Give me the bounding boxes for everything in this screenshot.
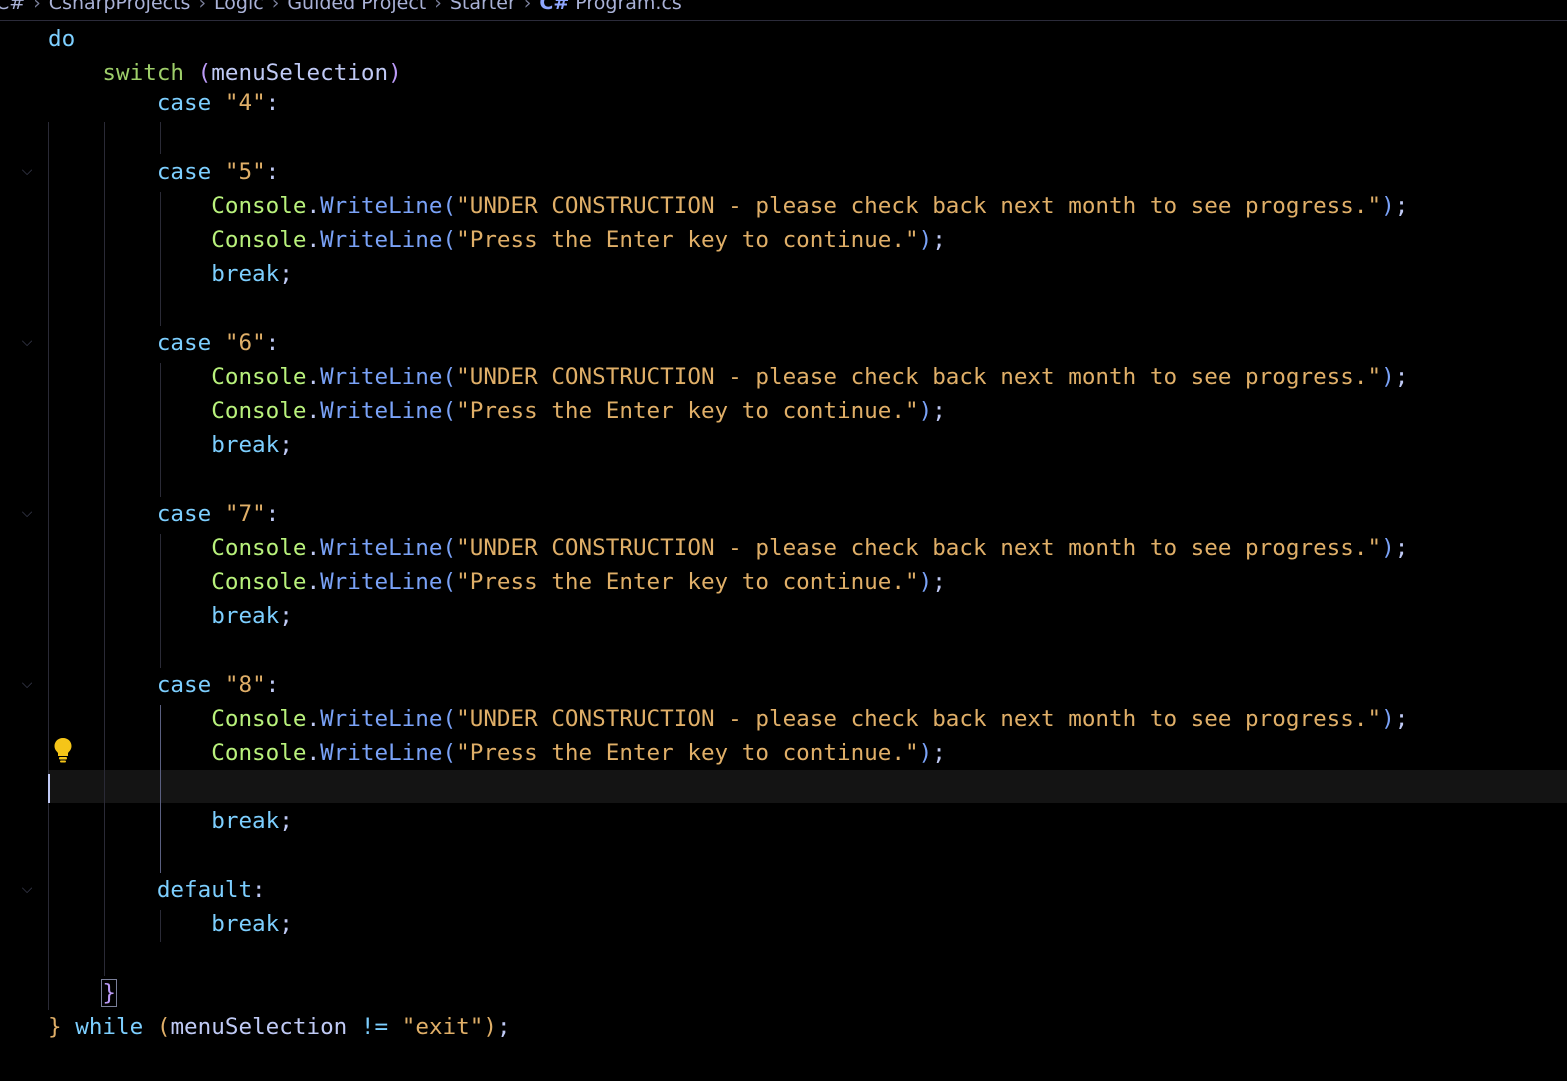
case-value: "6": [224, 330, 266, 356]
code-line: break;: [211, 261, 293, 287]
code-line: case "8":: [156, 672, 280, 698]
case-value: "8": [224, 672, 266, 698]
code-line: Console.WriteLine("Press the Enter key t…: [211, 740, 946, 766]
breadcrumb-item-root[interactable]: C#: [0, 0, 25, 14]
keyword-case: case: [156, 330, 212, 356]
case-value: "5": [224, 159, 266, 185]
code-line: case "6":: [156, 330, 280, 356]
breadcrumb-separator-icon: ›: [434, 0, 442, 14]
text-cursor: [48, 774, 50, 803]
class-console: Console: [211, 398, 307, 424]
code-line: break;: [211, 808, 293, 834]
operator-not-equal: !=: [360, 1014, 389, 1040]
string-literal: "Press the Enter key to continue.": [456, 227, 919, 253]
breadcrumb-item-file[interactable]: Program.cs: [575, 0, 682, 14]
breadcrumb-item-guided-project[interactable]: Guided Project: [287, 0, 426, 14]
breadcrumb-item-logic[interactable]: Logic: [214, 0, 264, 14]
while-value: "exit": [401, 1014, 484, 1040]
current-line-highlight: [48, 770, 1567, 803]
code-line: do: [48, 22, 75, 56]
code-line: break;: [211, 603, 293, 629]
method-writeline: WriteLine: [320, 740, 443, 766]
class-console: Console: [211, 740, 307, 766]
method-writeline: WriteLine: [320, 569, 443, 595]
case-value: "4": [224, 90, 266, 116]
class-console: Console: [211, 364, 307, 390]
code-line: Console.WriteLine("Press the Enter key t…: [211, 569, 946, 595]
breadcrumb-separator-icon: ›: [198, 0, 207, 14]
keyword-break: break: [211, 432, 280, 458]
method-writeline: WriteLine: [320, 193, 443, 219]
class-console: Console: [211, 706, 307, 732]
code-line: default:: [156, 877, 266, 903]
string-literal: "UNDER CONSTRUCTION - please check back …: [456, 364, 1382, 390]
class-console: Console: [211, 193, 307, 219]
keyword-break: break: [211, 911, 280, 937]
keyword-case: case: [156, 159, 212, 185]
string-literal: "Press the Enter key to continue.": [456, 398, 919, 424]
chevron-down-icon[interactable]: ⌵: [18, 675, 36, 693]
keyword-break: break: [211, 603, 280, 629]
string-literal: "Press the Enter key to continue.": [456, 740, 919, 766]
code-line: case "7":: [156, 501, 280, 527]
chevron-down-icon[interactable]: ⌵: [18, 333, 36, 351]
class-console: Console: [211, 535, 307, 561]
code-line: Console.WriteLine("UNDER CONSTRUCTION - …: [211, 706, 1409, 732]
keyword-break: break: [211, 808, 280, 834]
switch-variable: menuSelection: [211, 60, 389, 86]
indent-guide: [160, 122, 161, 154]
code-line: case "4":: [156, 90, 280, 116]
code-line: Console.WriteLine("UNDER CONSTRUCTION - …: [211, 193, 1409, 219]
chevron-down-icon[interactable]: ⌵: [18, 162, 36, 180]
string-literal: "Press the Enter key to continue.": [456, 569, 919, 595]
method-writeline: WriteLine: [320, 535, 443, 561]
code-editor[interactable]: ⌵ ⌵ ⌵ ⌵ ⌵ do switch (menuSelection) case…: [0, 22, 1567, 1081]
code-line: }: [48, 976, 118, 1010]
code-line: Console.WriteLine("Press the Enter key t…: [211, 227, 946, 253]
code-line: break;: [211, 432, 293, 458]
method-writeline: WriteLine: [320, 364, 443, 390]
keyword-do: do: [48, 26, 76, 52]
keyword-default: default: [156, 877, 253, 903]
keyword-break: break: [211, 261, 280, 287]
string-literal: "UNDER CONSTRUCTION - please check back …: [456, 535, 1382, 561]
breadcrumb-item-csharpprojects[interactable]: CsharpProjects: [49, 0, 191, 14]
breadcrumb-separator-icon: ›: [523, 0, 532, 14]
keyword-case: case: [156, 90, 212, 116]
keyword-while: while: [75, 1014, 144, 1040]
chevron-down-icon[interactable]: ⌵: [18, 880, 36, 898]
class-console: Console: [211, 569, 307, 595]
chevron-down-icon[interactable]: ⌵: [18, 504, 36, 522]
keyword-case: case: [156, 501, 212, 527]
method-writeline: WriteLine: [320, 227, 443, 253]
string-literal: "UNDER CONSTRUCTION - please check back …: [456, 193, 1382, 219]
breadcrumb-separator-icon: ›: [271, 0, 280, 14]
keyword-switch: switch: [102, 60, 185, 86]
code-line: Console.WriteLine("Press the Enter key t…: [211, 398, 946, 424]
code-line: switch (menuSelection): [102, 60, 402, 86]
breadcrumb-separator-icon: ›: [33, 0, 41, 14]
keyword-case: case: [156, 672, 212, 698]
method-writeline: WriteLine: [320, 706, 443, 732]
breadcrumb-item-starter[interactable]: Starter: [450, 0, 516, 14]
csharp-file-icon: C#: [539, 0, 570, 14]
breadcrumb: C# › CsharpProjects › Logic › Guided Project › S…: [0, 0, 1567, 21]
while-variable: menuSelection: [170, 1014, 348, 1040]
code-line: } while (menuSelection != "exit");: [48, 1014, 511, 1040]
code-line: break;: [211, 911, 293, 937]
class-console: Console: [211, 227, 307, 253]
code-line: Console.WriteLine("UNDER CONSTRUCTION - …: [211, 535, 1409, 561]
string-literal: "UNDER CONSTRUCTION - please check back …: [456, 706, 1382, 732]
matched-brace: }: [101, 979, 118, 1007]
case-value: "7": [224, 501, 266, 527]
method-writeline: WriteLine: [320, 398, 443, 424]
code-line: Console.WriteLine("UNDER CONSTRUCTION - …: [211, 364, 1409, 390]
code-line: case "5":: [156, 159, 280, 185]
